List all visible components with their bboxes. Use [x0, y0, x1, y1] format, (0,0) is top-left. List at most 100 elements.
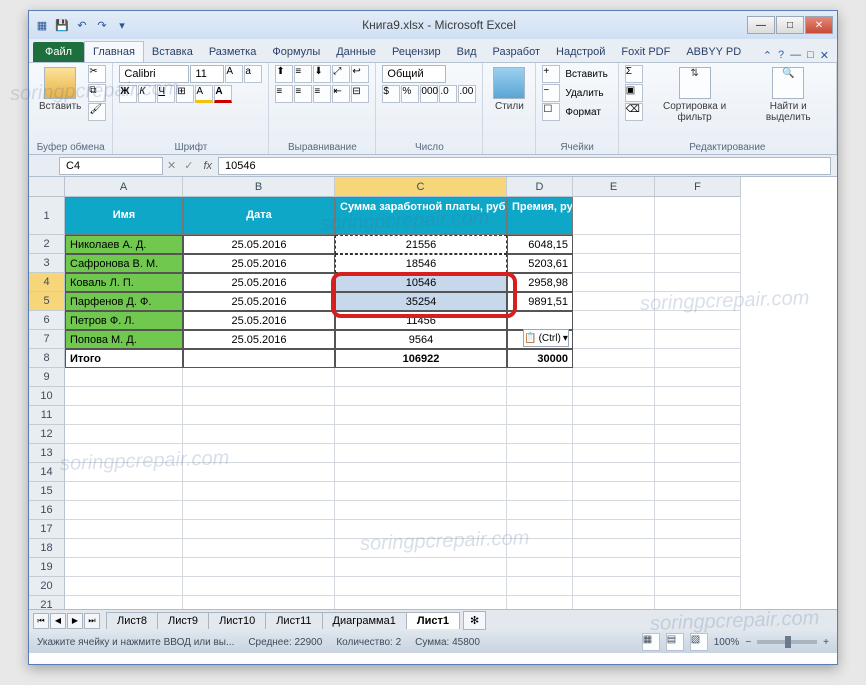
cell[interactable] [183, 444, 335, 463]
align-center-icon[interactable]: ≡ [294, 85, 312, 103]
cell-name[interactable]: Парфенов Д. Ф. [65, 292, 183, 311]
tab-layout[interactable]: Разметка [201, 42, 265, 62]
prev-sheet-icon[interactable]: ◀ [50, 613, 66, 629]
underline-icon[interactable]: Ч [157, 85, 175, 103]
help-icon[interactable]: ? [778, 49, 784, 62]
cell[interactable] [655, 596, 741, 609]
cell[interactable] [655, 539, 741, 558]
paste-options-tag[interactable]: 📋(Ctrl)▾ [523, 329, 569, 347]
comma-icon[interactable]: 000 [420, 85, 438, 103]
cell-total-bonus[interactable]: 30000 [507, 349, 573, 368]
cell[interactable] [573, 368, 655, 387]
align-mid-icon[interactable]: ≡ [294, 65, 312, 83]
tab-dev[interactable]: Разработ [485, 42, 548, 62]
cell[interactable] [655, 235, 741, 254]
cell-f1[interactable] [655, 197, 741, 235]
cell[interactable] [507, 444, 573, 463]
cell[interactable] [507, 596, 573, 609]
format-painter-icon[interactable]: 🖌 [88, 103, 106, 121]
cell-date[interactable]: 25.05.2016 [183, 235, 335, 254]
cell[interactable] [183, 368, 335, 387]
cell-total-sum[interactable]: 106922 [335, 349, 507, 368]
cell[interactable] [573, 444, 655, 463]
header-date[interactable]: Дата [183, 197, 335, 235]
cell[interactable] [183, 406, 335, 425]
align-bot-icon[interactable]: ⬇ [313, 65, 331, 83]
new-sheet-icon[interactable]: ✻ [463, 611, 486, 630]
cell[interactable] [655, 273, 741, 292]
tab-abbyy[interactable]: ABBYY PD [678, 42, 749, 62]
cell-sum[interactable]: 11456 [335, 311, 507, 330]
row-header-16[interactable]: 16 [29, 501, 65, 520]
cell[interactable] [655, 349, 741, 368]
cell[interactable] [573, 539, 655, 558]
cell[interactable] [335, 387, 507, 406]
sort-filter-button[interactable]: ⇅Сортировка и фильтр [646, 65, 744, 125]
tab-insert[interactable]: Вставка [144, 42, 201, 62]
row-header-10[interactable]: 10 [29, 387, 65, 406]
name-box[interactable]: C4 [59, 157, 163, 175]
row-header-9[interactable]: 9 [29, 368, 65, 387]
row-header-4[interactable]: 4 [29, 273, 65, 292]
find-button[interactable]: 🔍Найти и выделить [746, 65, 830, 125]
cell[interactable] [183, 425, 335, 444]
enter-icon[interactable]: ✓ [184, 159, 193, 172]
row-header-8[interactable]: 8 [29, 349, 65, 368]
cell[interactable] [335, 463, 507, 482]
cell[interactable] [655, 425, 741, 444]
row-header-14[interactable]: 14 [29, 463, 65, 482]
sheet-tab-Лист9[interactable]: Лист9 [157, 612, 209, 629]
cell[interactable] [65, 482, 183, 501]
cell-name[interactable]: Петров Ф. Л. [65, 311, 183, 330]
cell[interactable] [507, 463, 573, 482]
cell[interactable] [573, 425, 655, 444]
cell-sum[interactable]: 35254 [335, 292, 507, 311]
last-sheet-icon[interactable]: ⏭ [84, 613, 100, 629]
sheet-tab-Лист11[interactable]: Лист11 [265, 612, 322, 629]
fill-color-icon[interactable]: A [195, 85, 213, 103]
cell[interactable] [573, 520, 655, 539]
cell[interactable] [655, 292, 741, 311]
cell[interactable] [573, 501, 655, 520]
cell[interactable] [573, 577, 655, 596]
bold-icon[interactable]: Ж [119, 85, 137, 103]
row-header-13[interactable]: 13 [29, 444, 65, 463]
cell[interactable] [65, 501, 183, 520]
row-header-11[interactable]: 11 [29, 406, 65, 425]
cell-date[interactable]: 25.05.2016 [183, 330, 335, 349]
redo-icon[interactable]: ↷ [93, 16, 111, 34]
header-bonus[interactable]: Премия, руб [507, 197, 573, 235]
cell[interactable] [65, 520, 183, 539]
cell[interactable] [507, 558, 573, 577]
sheet-tab-Лист1[interactable]: Лист1 [406, 612, 460, 629]
cancel-icon[interactable]: ✕ [167, 159, 176, 172]
cell[interactable] [573, 596, 655, 609]
select-all-corner[interactable] [29, 177, 65, 197]
cell[interactable] [65, 463, 183, 482]
tab-home[interactable]: Главная [84, 41, 144, 62]
cell-e1[interactable] [573, 197, 655, 235]
cell[interactable] [655, 444, 741, 463]
view-layout-icon[interactable]: ▤ [666, 633, 684, 651]
cell-sum[interactable]: 21556 [335, 235, 507, 254]
doc-restore-icon[interactable]: □ [807, 49, 814, 62]
row-header-18[interactable]: 18 [29, 539, 65, 558]
col-header-E[interactable]: E [573, 177, 655, 197]
font-select[interactable]: Calibri [119, 65, 189, 83]
row-header-21[interactable]: 21 [29, 596, 65, 609]
header-name[interactable]: Имя [65, 197, 183, 235]
cell[interactable] [573, 463, 655, 482]
cell[interactable] [573, 235, 655, 254]
cell[interactable] [573, 254, 655, 273]
cell[interactable] [573, 273, 655, 292]
cell[interactable] [335, 520, 507, 539]
fx-icon[interactable]: fx [203, 160, 212, 172]
cell[interactable] [573, 387, 655, 406]
cell[interactable] [335, 558, 507, 577]
header-sum[interactable]: Сумма заработной платы, руб. [335, 197, 507, 235]
sheet-tab-Лист10[interactable]: Лист10 [208, 612, 266, 629]
border-icon[interactable]: ⊞ [176, 85, 194, 103]
minimize-ribbon-icon[interactable]: ⌃ [763, 49, 772, 62]
undo-icon[interactable]: ↶ [73, 16, 91, 34]
col-header-B[interactable]: B [183, 177, 335, 197]
